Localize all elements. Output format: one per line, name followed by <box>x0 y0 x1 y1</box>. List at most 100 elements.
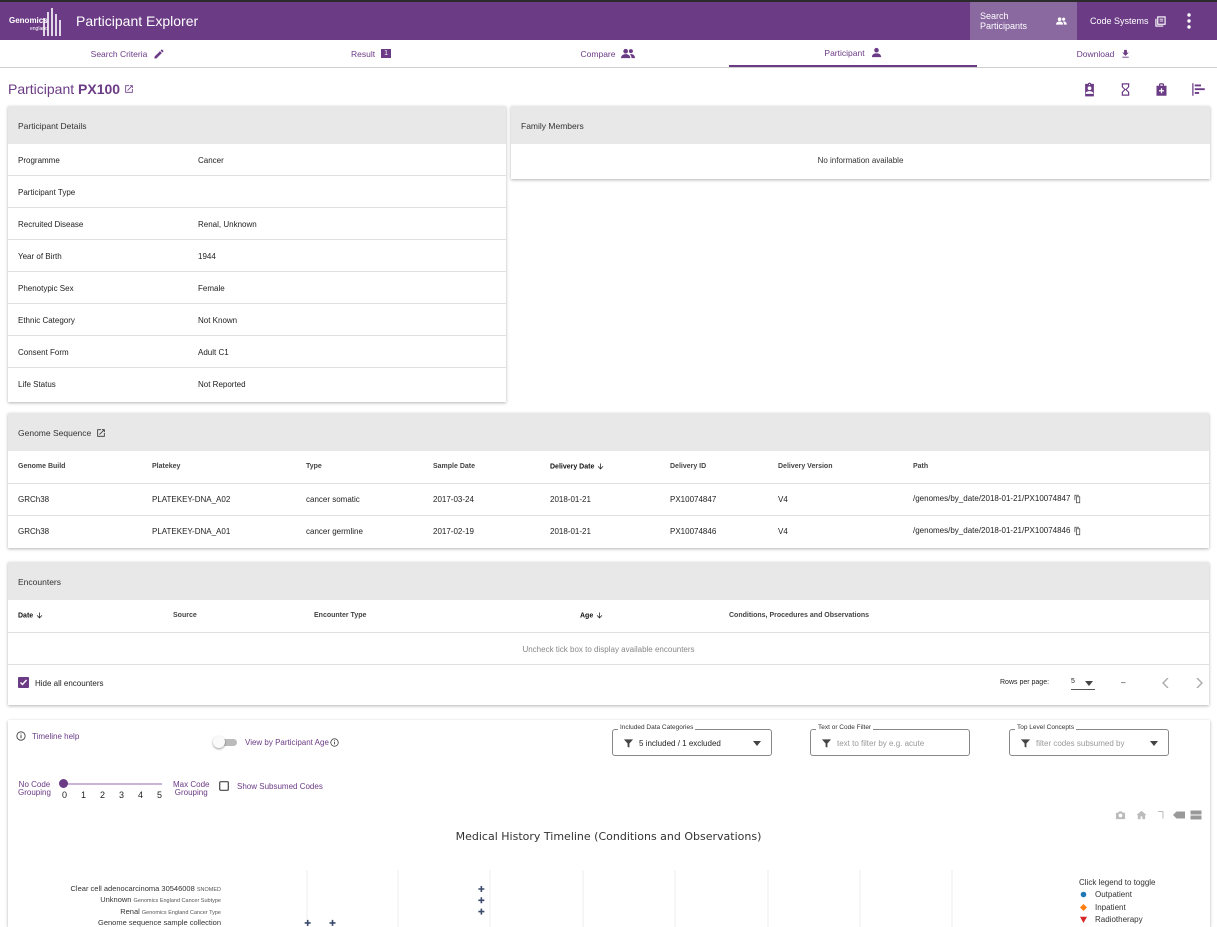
max-grouping-label: Max Code Grouping <box>173 781 209 797</box>
show-subsumed-checkbox[interactable] <box>219 781 229 791</box>
column-header: Conditions, Procedures and Observations <box>719 600 1209 633</box>
cell-text: /genomes/by_date/2018-01-21/PX10074846 <box>913 526 1071 536</box>
cell-text: 2018-01-21 <box>550 494 591 504</box>
participant-id: PX100 <box>78 81 121 97</box>
column-header-label: Source <box>173 612 197 620</box>
encounters-card: Encounters Date Source Encounter Type Age Co… <box>8 562 1209 705</box>
data-point[interactable] <box>478 908 485 915</box>
spike-lines-icon[interactable] <box>1157 810 1167 820</box>
show-subsumed-label: Show Subsumed Codes <box>237 782 323 791</box>
data-point[interactable] <box>478 886 485 892</box>
more-vert-icon[interactable] <box>1180 11 1198 31</box>
app-title: Participant Explorer <box>76 13 199 29</box>
cell-text: GRCh38 <box>18 526 50 536</box>
slider-tick-label: 2 <box>100 790 106 800</box>
legend-item[interactable]: Outpatient <box>1079 889 1156 902</box>
open-in-new-icon[interactable] <box>96 428 106 438</box>
included-categories-select[interactable]: Included Data Categories 5 included / 1 … <box>612 724 772 756</box>
tab-result[interactable]: Result 1 <box>247 40 495 67</box>
genomics-england-logo[interactable]: Genomics england <box>6 6 62 37</box>
detail-row: Life Status Not Reported <box>8 368 506 400</box>
slider-tick-label: 0 <box>62 790 68 800</box>
app-bar: Genomics england Participant Explorer Se… <box>0 0 1217 40</box>
genome-sequence-header: Genome Sequence <box>8 413 1209 451</box>
top-level-concepts-select[interactable]: Top Level Concepts filter codes subsumed… <box>1009 724 1169 756</box>
dropdown-arrow-icon <box>753 741 761 746</box>
chart-title: Medical History Timeline (Conditions and… <box>455 830 762 843</box>
column-header-label: Delivery Date <box>550 463 595 471</box>
legend-marker-icon <box>1080 891 1087 898</box>
tab-participant[interactable]: Participant <box>729 40 977 67</box>
genome-table: Genome Build Platekey Type Sample Date Deliv… <box>8 451 1209 547</box>
dropdown-arrow-icon <box>1085 680 1093 686</box>
tab-compare[interactable]: Compare <box>484 40 732 67</box>
medical-bag-icon[interactable] <box>1154 82 1169 97</box>
data-point[interactable] <box>478 897 485 904</box>
view-by-age-label: View by Participant Age <box>245 738 329 747</box>
column-header[interactable]: Date <box>8 600 163 633</box>
hide-encounters-checkbox[interactable] <box>18 676 29 688</box>
sort-arrow-down-icon <box>36 612 43 619</box>
column-header[interactable]: Age <box>570 600 719 633</box>
clipboard-account-icon[interactable] <box>1082 82 1097 97</box>
family-members-card: Family Members No information available <box>511 106 1210 179</box>
pencil-icon <box>154 49 164 58</box>
data-point[interactable] <box>329 919 336 926</box>
detail-key: Consent Form <box>18 348 69 357</box>
filter-icon <box>623 739 634 748</box>
hover-closest-icon[interactable] <box>1173 811 1185 819</box>
view-by-age-toggle[interactable] <box>213 736 237 748</box>
detail-value: Not Known <box>198 316 238 325</box>
result-count-badge: 1 <box>381 49 391 58</box>
tab-download[interactable]: Download <box>980 40 1217 67</box>
code-grouping-slider[interactable] <box>59 779 164 789</box>
legend-label: Inpatient <box>1095 902 1126 912</box>
tab-bar: Search Criteria Result 1 Compare Partici… <box>0 40 1217 68</box>
timeline-chart-icon[interactable] <box>1191 82 1206 97</box>
info-icon[interactable] <box>330 738 339 747</box>
slider-track <box>62 783 162 785</box>
card-title: Participant Details <box>18 121 87 131</box>
cell-text: PLATEKEY-DNA_A01 <box>152 526 231 536</box>
data-point[interactable] <box>304 919 311 926</box>
detail-key: Programme <box>18 156 60 165</box>
copy-icon[interactable] <box>1073 526 1082 536</box>
table-row: GRCh38 PLATEKEY-DNA_A02 cancer somatic 2017… <box>8 483 1209 516</box>
detail-value: Adult C1 <box>198 348 229 357</box>
search-participants-button[interactable]: Search Participants <box>970 2 1077 40</box>
person-icon <box>871 47 881 58</box>
tab-search-criteria[interactable]: Search Criteria <box>4 40 252 67</box>
category-label: Clear cell adenocarcinoma 30546008 <box>70 884 197 893</box>
legend-item[interactable]: Radiotherapy <box>1079 914 1156 927</box>
rows-per-page-select[interactable]: 5 <box>1071 675 1095 690</box>
card-title: Genome Sequence <box>18 428 92 438</box>
logo-bars-icon <box>43 8 61 36</box>
column-header[interactable]: Delivery Date <box>540 451 660 484</box>
legend-marker-icon <box>1080 916 1087 924</box>
hover-compare-icon[interactable] <box>1190 810 1202 820</box>
text-code-filter-input[interactable]: Text or Code Filter text to filter by e.… <box>810 724 970 756</box>
camera-icon[interactable] <box>1115 810 1126 820</box>
legend-item[interactable]: Inpatient <box>1079 901 1156 914</box>
tab-label: Search Criteria <box>90 48 148 59</box>
chart-legend: Click legend to toggle Outpatient Inpatie… <box>1079 876 1156 926</box>
hourglass-icon[interactable] <box>1118 82 1133 97</box>
chevron-left-icon[interactable] <box>1162 677 1170 688</box>
column-header-label: Genome Build <box>18 463 66 471</box>
detail-value: Renal, Unknown <box>198 220 257 229</box>
dropdown-arrow-icon <box>1150 741 1158 746</box>
table-cell: cancer somatic <box>296 483 423 516</box>
home-icon[interactable] <box>1136 810 1147 820</box>
genome-sequence-card: Genome Sequence Genome Build Platekey Type… <box>8 413 1209 548</box>
timeline-help-link[interactable]: Timeline help <box>32 732 79 741</box>
copy-icon[interactable] <box>1073 494 1082 504</box>
detail-row: Consent Form Adult C1 <box>8 336 506 368</box>
slider-thumb[interactable] <box>59 779 68 788</box>
code-systems-button[interactable]: Code Systems <box>1080 2 1176 40</box>
detail-value: Cancer <box>198 156 224 165</box>
encounters-table: Date Source Encounter Type Age Conditions, P… <box>8 600 1209 633</box>
open-in-new-icon[interactable] <box>124 84 134 94</box>
table-cell: cancer germline <box>296 515 423 547</box>
chevron-right-icon[interactable] <box>1195 677 1203 688</box>
table-cell: PX10074847 <box>660 483 768 516</box>
